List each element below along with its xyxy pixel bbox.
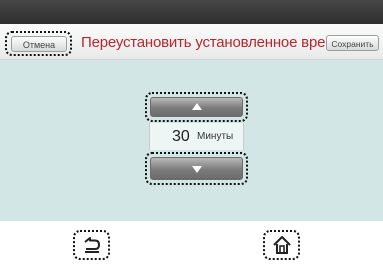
back-arrow-icon bbox=[84, 237, 100, 253]
time-value-display: 30 Минуты bbox=[149, 123, 244, 150]
save-button[interactable]: Сохранить bbox=[326, 35, 379, 51]
back-button[interactable] bbox=[73, 230, 110, 260]
increase-button-highlight bbox=[145, 92, 248, 122]
time-unit: Минуты bbox=[197, 131, 234, 142]
decrease-button[interactable] bbox=[150, 157, 243, 180]
home-button[interactable] bbox=[263, 230, 300, 260]
status-bar bbox=[0, 0, 383, 24]
arrow-up-icon bbox=[191, 103, 202, 110]
home-icon bbox=[273, 236, 291, 254]
page-title: Переустановить установленное время bbox=[81, 34, 344, 51]
cancel-button-highlight: Отмена bbox=[5, 31, 72, 56]
increase-button[interactable] bbox=[150, 97, 243, 117]
cancel-button[interactable]: Отмена bbox=[11, 36, 67, 52]
time-value: 30 bbox=[172, 128, 190, 145]
decrease-button-highlight bbox=[145, 152, 248, 185]
arrow-down-icon bbox=[191, 165, 202, 173]
